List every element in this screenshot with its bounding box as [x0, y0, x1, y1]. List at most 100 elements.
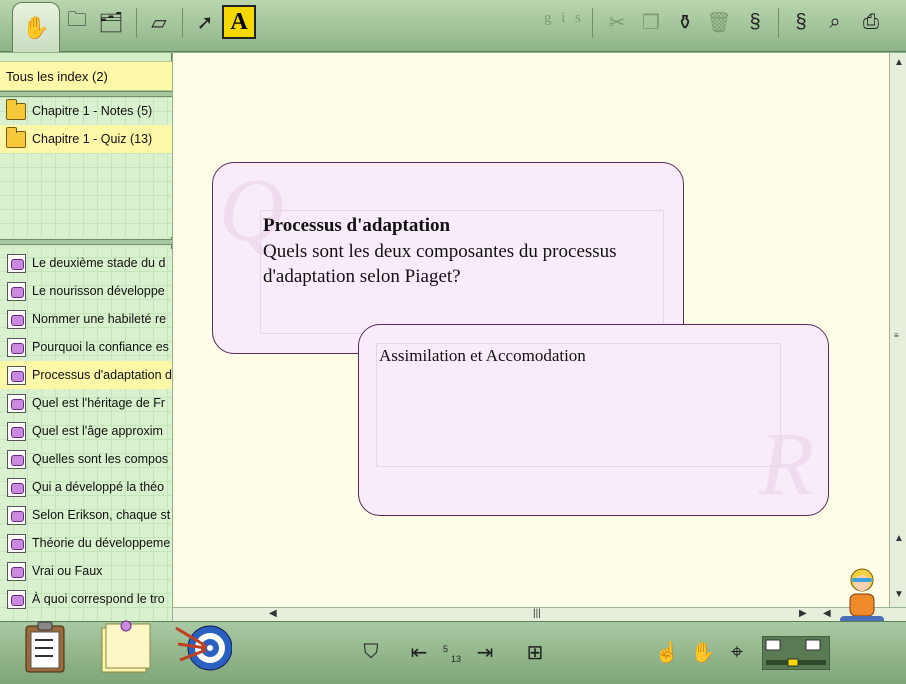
crosshair-button[interactable]: ⌖	[722, 636, 752, 668]
sidebar-divider[interactable]	[0, 239, 172, 245]
card-icon	[7, 309, 26, 329]
text-tool-button[interactable]: A	[222, 5, 256, 39]
card-list-item[interactable]: Le deuxième stade du d	[0, 249, 172, 277]
folder-icon	[6, 126, 26, 148]
print-button[interactable]: ⎙	[856, 6, 886, 38]
search-button[interactable]: ⌕	[820, 6, 850, 38]
card-label: Quelles sont les compos	[32, 452, 169, 466]
trash-icon: 🗑	[706, 11, 732, 34]
folder-stack-icon: 🗂	[98, 11, 124, 34]
copy-button[interactable]: ❐	[636, 6, 666, 38]
glue-icon: ⚱	[676, 11, 694, 34]
card-label: Selon Erikson, chaque st	[32, 508, 171, 522]
card-icon	[7, 421, 26, 441]
card-list-item[interactable]: Quelles sont les compos	[0, 445, 172, 473]
crosshair-icon: ⌖	[730, 639, 744, 664]
flashcards-stack-button[interactable]	[96, 618, 154, 676]
grab-hand-button[interactable]: ✋	[688, 636, 718, 668]
card-label: Nommer une habileté re	[32, 312, 167, 326]
card-list-item[interactable]: À quoi correspond le tro	[0, 585, 172, 613]
target-game-button[interactable]	[172, 620, 232, 676]
vertical-scrollbar[interactable]: ▲ ≡ ▲ ▼	[889, 53, 906, 607]
copy-icon: ❐	[642, 11, 660, 34]
card-view-button[interactable]: ⛉	[356, 636, 386, 668]
text-a-icon: A	[230, 8, 248, 35]
card-icon	[7, 505, 26, 525]
folder-list: Chapitre 1 - Notes (5) Chapitre 1 - Quiz…	[0, 97, 172, 237]
card-plus-icon: ⊞	[526, 641, 544, 664]
card-label: Le deuxième stade du d	[32, 256, 166, 270]
add-card-button[interactable]: ⊞	[520, 636, 550, 668]
spiral-icon: §	[749, 10, 761, 33]
folder-add-icon: 🗀	[67, 9, 87, 31]
cards-view-tab[interactable]: ✋	[12, 2, 60, 52]
card-label: Quel est l'héritage de Fr	[32, 396, 166, 410]
previous-card-button[interactable]: ⇤	[404, 636, 434, 668]
open-hand-icon: ✋	[690, 641, 716, 664]
scroll-left-icon[interactable]: ◀	[823, 608, 831, 619]
scroll-down-icon[interactable]: ▼	[894, 589, 904, 600]
text-style-buttons[interactable]: g i s	[544, 10, 584, 27]
card-list-item[interactable]: Pourquoi la confiance es	[0, 333, 172, 361]
card-list-item[interactable]: Théorie du développeme	[0, 529, 172, 557]
folder-menu-button[interactable]: 🗂	[96, 6, 126, 38]
new-folder-button[interactable]: 🗀	[62, 6, 92, 38]
folder-item-quiz[interactable]: Chapitre 1 - Quiz (13)	[0, 125, 172, 153]
card-list-item[interactable]: Nommer une habileté re	[0, 305, 172, 333]
horizontal-scrollbar[interactable]: ◀ ||| ▶ ◀	[173, 607, 906, 621]
scissors-icon: ✂	[608, 11, 626, 34]
cut-button[interactable]: ✂	[602, 6, 632, 38]
card-list: Le deuxième stade du d Le nourisson déve…	[0, 249, 172, 621]
card-list-item[interactable]: Qui a développé la théo	[0, 473, 172, 501]
answer-card[interactable]: R Assimilation et Accomodation	[358, 324, 829, 516]
trash-button[interactable]: 🗑	[704, 6, 734, 38]
card-icon	[7, 365, 26, 385]
card-icon	[7, 393, 26, 413]
card-list-item[interactable]: Quel est l'héritage de Fr	[0, 389, 172, 417]
all-indexes-item[interactable]: Tous les index (2)	[0, 61, 172, 91]
card-list-item[interactable]: Quel est l'âge approxim	[0, 417, 172, 445]
scroll-thumb-grip-icon[interactable]: |||	[533, 608, 541, 619]
card-label: Théorie du développeme	[32, 536, 171, 550]
pager-current: 5	[443, 644, 449, 654]
printer-icon: ⎙	[863, 10, 879, 33]
card-pager: 5 13	[443, 644, 461, 664]
top-toolbar: ✋ 🗀 🗂 ▱ ➚ A g i s ✂ ❐ ⚱ 🗑 § § ⌕ ⎙	[0, 0, 906, 52]
card-list-item-selected[interactable]: Processus d'adaptation d	[0, 361, 172, 389]
new-card-button[interactable]: ▱	[144, 6, 174, 38]
scroll-right-icon[interactable]: ▶	[799, 608, 807, 619]
magnifier-icon: ⌕	[829, 10, 841, 33]
scroll-up-icon[interactable]: ▲	[894, 57, 904, 68]
card-icon	[7, 477, 26, 497]
folder-item-notes[interactable]: Chapitre 1 - Notes (5)	[0, 97, 172, 125]
scroll-left-icon[interactable]: ◀	[269, 608, 277, 619]
quiz-clipboard-button[interactable]	[18, 618, 76, 676]
paste-button[interactable]: ⚱	[670, 6, 700, 38]
card-list-item[interactable]: Vrai ou Faux	[0, 557, 172, 585]
select-tool[interactable]: ➚	[190, 6, 220, 38]
card-icon	[7, 589, 26, 609]
folder-label: Chapitre 1 - Notes (5)	[32, 104, 153, 118]
card-icon: ▱	[151, 11, 167, 34]
card-label: Le nourisson développe	[32, 284, 165, 298]
bottom-toolbar: ⛉ ⇤ 5 13 ⇥ ⊞ ☝ ✋ ⌖	[0, 618, 906, 684]
question-title[interactable]: Processus d'adaptation	[263, 215, 450, 237]
question-text[interactable]: Quels sont les deux composantes du proce…	[263, 239, 673, 289]
answer-text[interactable]: Assimilation et Accomodation	[379, 346, 586, 366]
folder-icon	[6, 98, 26, 120]
card-label: Quel est l'âge approxim	[32, 424, 163, 438]
card-label: Pourquoi la confiance es	[32, 340, 169, 354]
scroll-thumb-grip-icon[interactable]: ≡	[894, 331, 899, 340]
card-icon	[7, 449, 26, 469]
spiral-button[interactable]: §	[786, 6, 816, 38]
spiral-menu-button[interactable]: §	[740, 6, 770, 38]
card-icon	[7, 337, 26, 357]
card-list-item[interactable]: Selon Erikson, chaque st	[0, 501, 172, 529]
card-list-item[interactable]: Le nourisson développe	[0, 277, 172, 305]
next-card-button[interactable]: ⇥	[470, 636, 500, 668]
next-card-icon: ⇥	[476, 641, 494, 664]
pointer-hand-button[interactable]: ☝	[652, 636, 682, 668]
pointing-hand-icon: ☝	[654, 641, 680, 664]
layout-slider[interactable]	[762, 636, 830, 670]
scroll-up-icon[interactable]: ▲	[894, 533, 904, 544]
